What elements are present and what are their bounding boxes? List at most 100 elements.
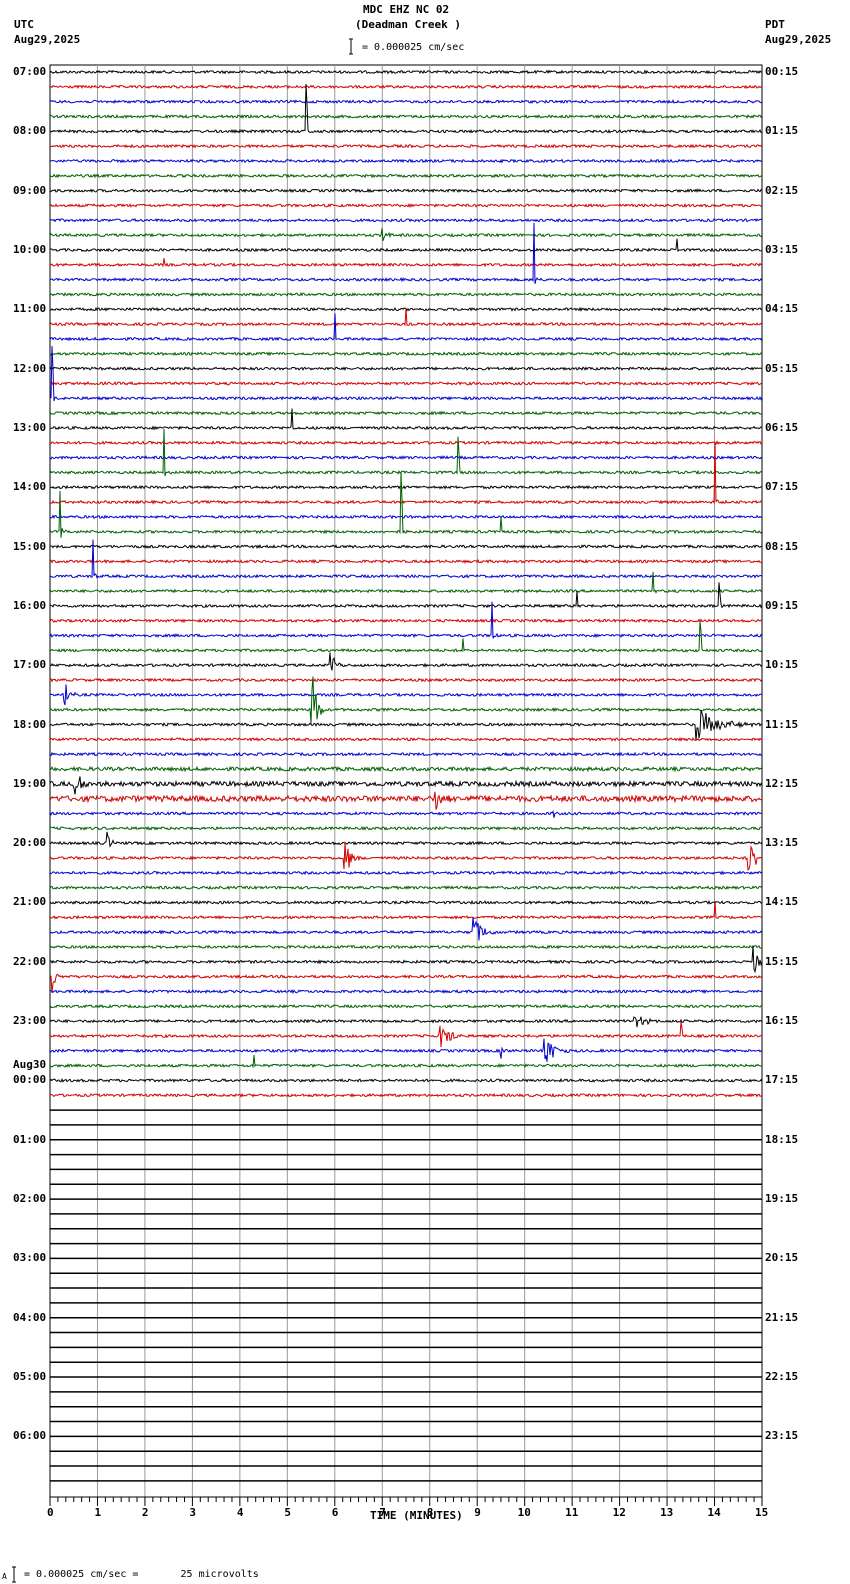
scale-label: = 0.000025 cm/sec: [362, 42, 465, 53]
footer-scale-label: = 0.000025 cm/sec = 25 microvolts: [24, 1569, 259, 1580]
right-timezone: PDT: [765, 18, 785, 31]
seismic-trace: [49, 1077, 763, 1083]
seismic-trace: [49, 558, 763, 565]
x-tick-label: 11: [565, 1506, 579, 1519]
right-time-label: 21:15: [765, 1310, 799, 1324]
right-time-label: 10:15: [765, 658, 799, 672]
seismic-trace: [49, 408, 763, 431]
left-time-label: 07:00: [13, 65, 47, 78]
seismic-trace: [49, 571, 763, 594]
seismic-trace: [49, 173, 763, 179]
seismic-trace: [49, 514, 763, 520]
seismic-trace: [49, 238, 763, 253]
seismic-trace: [49, 351, 763, 357]
seismic-trace: [49, 1003, 763, 1009]
seismic-trace: [49, 945, 763, 974]
scale-bar-icon: [349, 38, 353, 55]
seismic-trace: [49, 188, 763, 194]
seismic-trace: [49, 202, 763, 208]
seismic-trace: [49, 885, 763, 891]
helicorder-plot: [12, 38, 763, 1583]
left-time-label: 21:00: [13, 895, 47, 909]
seismic-trace: [49, 676, 763, 725]
seismic-trace: [49, 99, 763, 104]
right-time-label: 06:15: [765, 420, 799, 434]
right-time-label: 00:15: [765, 65, 799, 78]
seismic-trace: [49, 217, 763, 223]
x-tick-label: 5: [284, 1506, 291, 1519]
seismic-trace: [49, 113, 763, 120]
right-time-label: 13:15: [765, 836, 799, 850]
seismic-trace: [49, 428, 763, 477]
x-tick-label: 10: [517, 1506, 531, 1519]
x-tick-label: 6: [331, 1506, 339, 1519]
seismic-trace: [50, 684, 763, 706]
right-time-label: 02:15: [765, 183, 799, 197]
seismic-trace: [50, 825, 763, 831]
left-time-label: 00:00: [13, 1073, 47, 1087]
seismic-trace: [49, 677, 763, 683]
x-tick-label: 8: [426, 1506, 434, 1519]
seismic-trace: [49, 455, 763, 461]
x-tick-label: 14: [707, 1506, 721, 1519]
seismic-trace: [49, 228, 763, 241]
seismic-trace: [49, 841, 763, 871]
station-title: MDC EHZ NC 02: [363, 3, 450, 16]
right-time-label: 05:15: [765, 361, 799, 375]
seismic-trace: [49, 652, 763, 671]
seismic-trace: [49, 258, 763, 268]
footer-scale-bar-icon: [12, 1566, 16, 1583]
left-time-label: 08:00: [13, 124, 47, 138]
seismic-trace: [49, 158, 763, 164]
x-tick-label: 3: [189, 1506, 197, 1519]
right-time-label: 04:15: [765, 302, 799, 316]
left-time-label: 14:00: [13, 480, 47, 494]
left-time-label: 02:00: [13, 1192, 47, 1206]
left-time-label: 22:00: [13, 954, 47, 968]
left-time-label: 13:00: [13, 420, 47, 434]
right-time-label: 18:15: [765, 1132, 799, 1146]
right-time-label: 20:15: [765, 1251, 799, 1265]
seismic-trace: [49, 709, 763, 741]
seismic-trace: [49, 84, 763, 90]
right-time-label: 16:15: [765, 1014, 799, 1028]
left-date: Aug29,2025: [14, 33, 81, 46]
seismic-trace: [49, 308, 763, 327]
left-time-label: 12:00: [13, 361, 47, 375]
date-change-label: Aug30: [13, 1058, 47, 1072]
left-time-label: 17:00: [13, 658, 47, 672]
seismic-trace: [49, 380, 763, 386]
seismic-trace: [49, 471, 763, 538]
left-time-label: 06:00: [13, 1429, 47, 1443]
seismic-trace: [49, 870, 763, 876]
seismic-trace: [49, 1038, 763, 1062]
seismic-trace: [49, 809, 763, 818]
x-tick-label: 13: [660, 1506, 674, 1519]
right-time-label: 12:15: [765, 776, 799, 790]
seismic-trace: [49, 143, 762, 149]
seismic-trace: [49, 69, 763, 75]
seismic-trace: [49, 313, 763, 342]
x-tick-label: 0: [47, 1506, 54, 1519]
seismic-trace: [49, 83, 763, 134]
seismic-trace: [49, 544, 763, 550]
right-time-label: 14:15: [765, 895, 799, 909]
seismic-trace: [49, 366, 763, 372]
left-time-label: 03:00: [13, 1251, 47, 1265]
seismic-trace: [49, 1016, 763, 1028]
x-tick-label: 4: [236, 1506, 244, 1519]
right-time-label: 08:15: [765, 539, 799, 553]
x-tick-label: 2: [141, 1506, 149, 1519]
right-date: Aug29,2025: [765, 33, 832, 46]
seismic-trace: [49, 539, 763, 579]
left-time-label: 11:00: [13, 302, 47, 316]
seismic-trace: [49, 484, 763, 490]
left-time-label: 19:00: [13, 776, 47, 790]
right-time-label: 19:15: [765, 1192, 799, 1206]
seismic-trace: [49, 751, 763, 757]
seismic-trace: [49, 917, 763, 941]
seismic-trace: [49, 292, 763, 297]
left-time-label: 01:00: [13, 1132, 47, 1146]
left-time-label: 23:00: [13, 1014, 47, 1028]
seismic-trace: [49, 899, 763, 905]
